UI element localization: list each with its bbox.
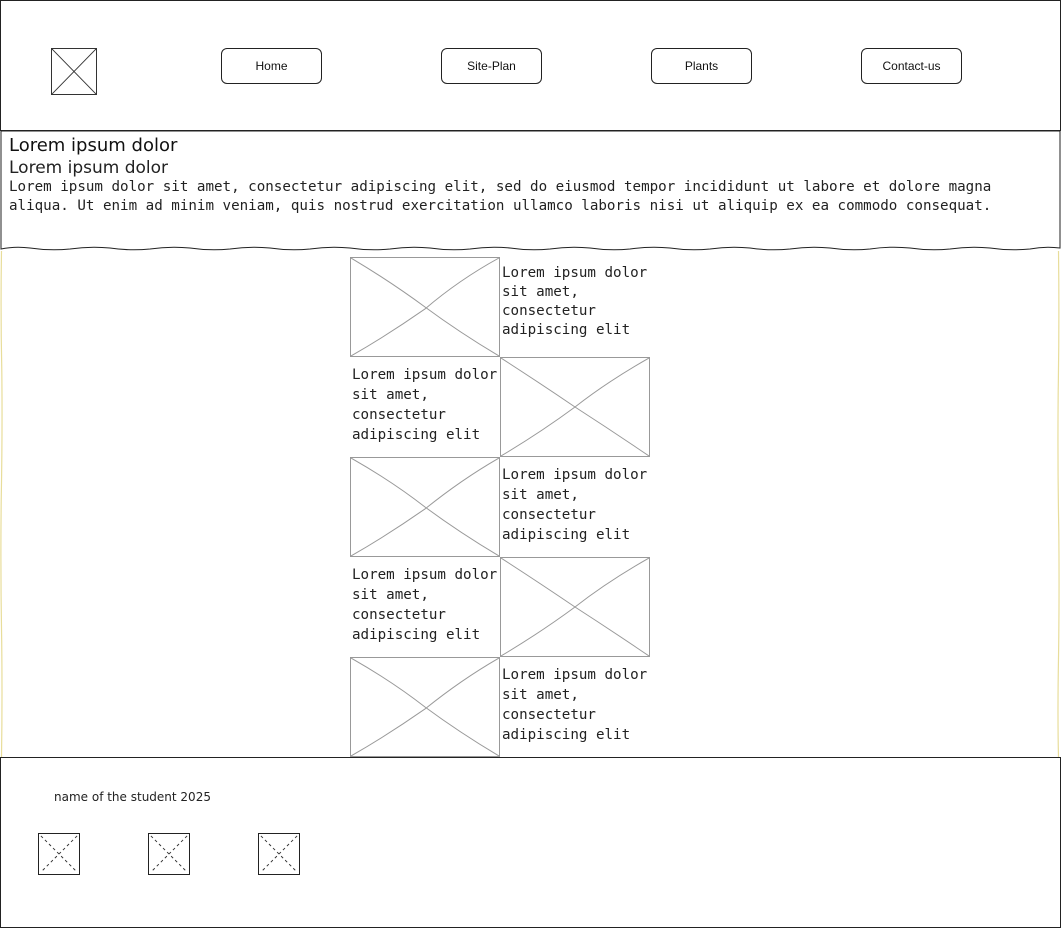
main-left-edge [0,251,3,757]
main-right-edge [1057,251,1060,757]
placeholder-icon [40,835,78,873]
nav-home-button[interactable]: Home [221,48,322,84]
image-placeholder-icon [351,658,499,756]
content-image-1 [350,257,500,357]
footer-copyright: name of the student 2025 [54,790,211,804]
image-placeholder-icon [501,558,649,656]
site-footer: name of the student 2025 [0,757,1061,928]
content-text-2: Lorem ipsum dolor sit amet, consectetur … [352,367,498,443]
social-placeholder-icon-2[interactable] [148,833,190,875]
social-placeholder-icon-1[interactable] [38,833,80,875]
logo-placeholder-icon[interactable] [51,48,97,95]
hero-subtitle: Lorem ipsum dolor [9,158,169,178]
nav-contact-us-button[interactable]: Contact-us [861,48,962,84]
hero-section: Lorem ipsum dolor Lorem ipsum dolor Lore… [0,130,1061,251]
image-placeholder-icon [351,258,499,356]
placeholder-icon [260,835,298,873]
hero-title: Lorem ipsum dolor [9,135,178,156]
content-image-3 [350,457,500,557]
hero-paragraph: Lorem ipsum dolor sit amet, consectetur … [9,179,992,214]
site-header: Home Site-Plan Plants Contact-us [0,0,1061,131]
content-text-3: Lorem ipsum dolor sit amet, consectetur … [502,467,648,543]
content-text-4: Lorem ipsum dolor sit amet, consectetur … [352,567,498,643]
nav-plants-button[interactable]: Plants [651,48,752,84]
placeholder-icon [150,835,188,873]
content-image-4 [500,557,650,657]
content-text-5: Lorem ipsum dolor sit amet, consectetur … [502,667,648,743]
content-image-2 [500,357,650,457]
content-image-5 [350,657,500,757]
social-placeholder-icon-3[interactable] [258,833,300,875]
image-placeholder-icon [351,458,499,556]
nav-site-plan-button[interactable]: Site-Plan [441,48,542,84]
image-placeholder-icon [501,358,649,456]
content-text-1: Lorem ipsum dolor sit amet, consectetur … [502,265,648,338]
